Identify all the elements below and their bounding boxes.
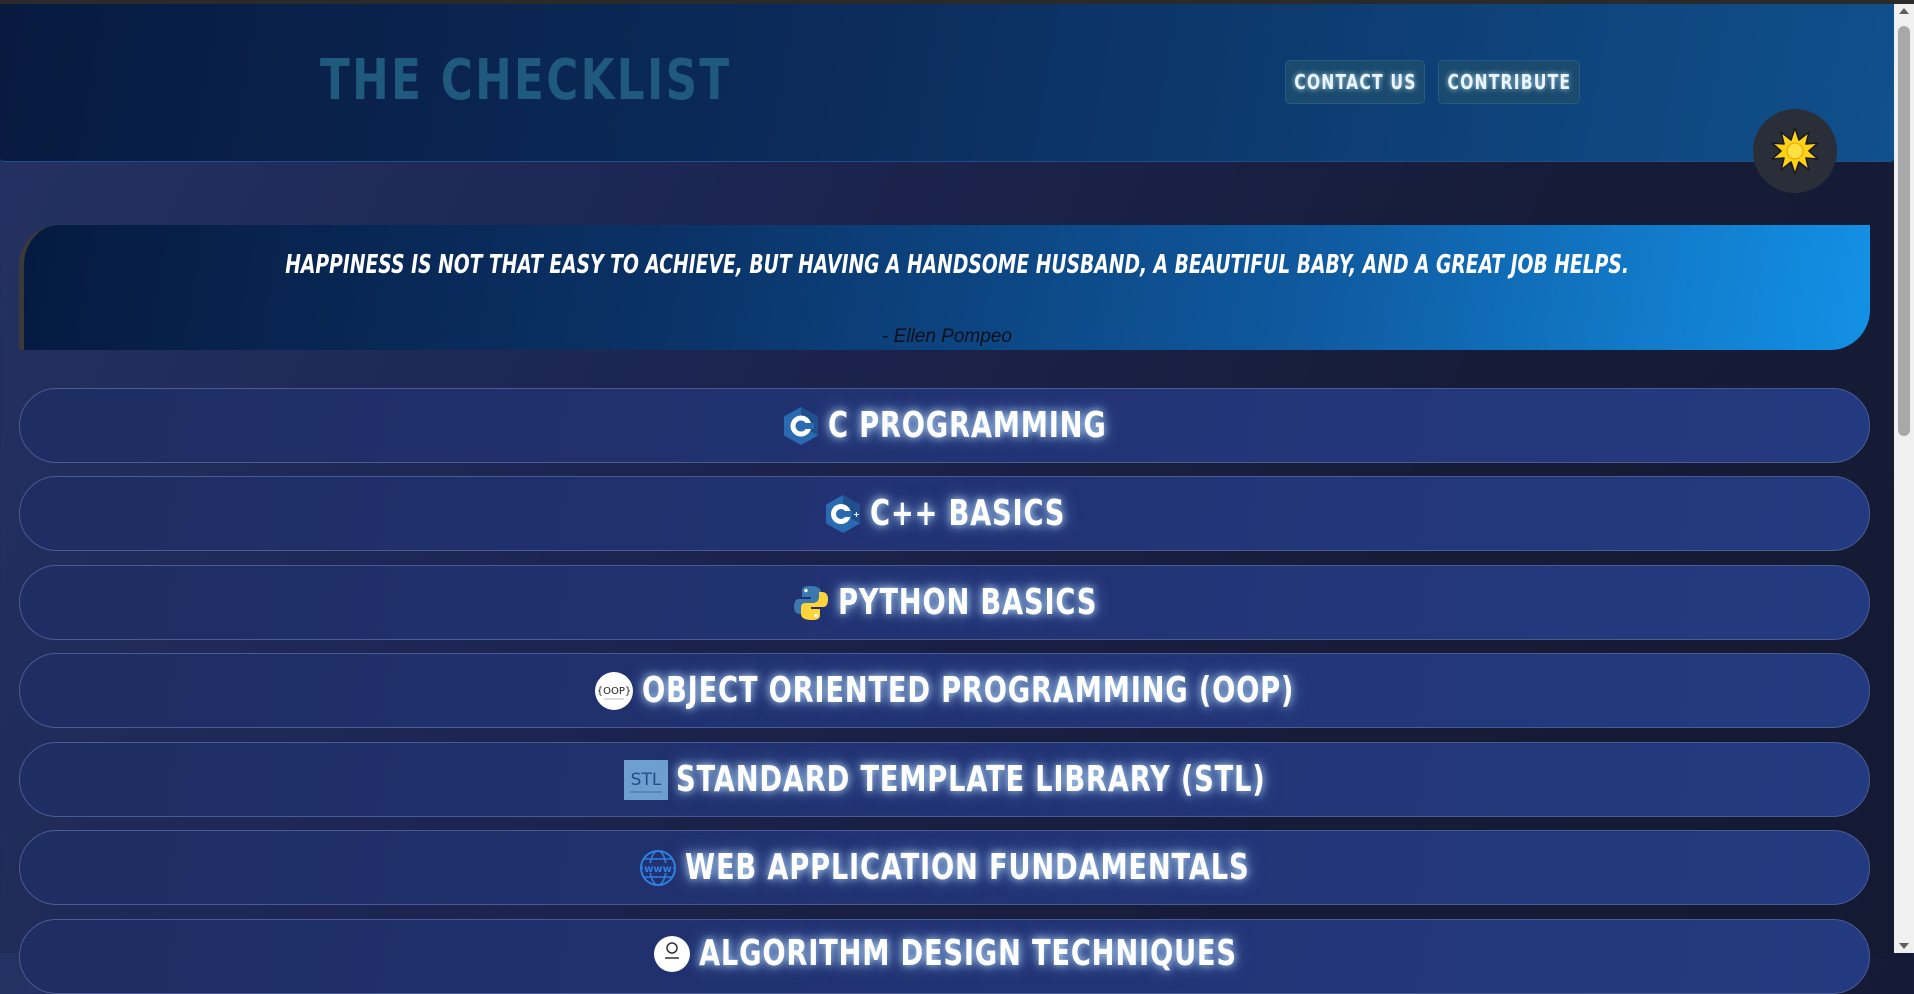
contact-us-label: CONTACT US — [1293, 70, 1417, 94]
svg-text:{OOP}: {OOP} — [597, 686, 632, 697]
svg-text:www: www — [645, 864, 673, 875]
scrollbar-thumb[interactable] — [1898, 26, 1910, 436]
site-header: THE CHECKLIST CONTACT US CONTRIBUTE — [0, 4, 1894, 162]
svg-text:+: + — [853, 510, 860, 519]
topic-label: WEB APPLICATION FUNDAMENTALS — [685, 847, 1250, 888]
contact-us-button[interactable]: CONTACT US — [1285, 60, 1425, 104]
contribute-label: CONTRIBUTE — [1447, 70, 1571, 94]
c-logo-icon — [782, 406, 820, 446]
python-logo-icon — [792, 583, 830, 623]
globe-www-icon: www — [639, 848, 677, 888]
topic-cpp-basics[interactable]: + C++ BASICS — [19, 476, 1870, 551]
topic-label: PYTHON BASICS — [837, 582, 1098, 623]
cpp-logo-icon: + — [824, 494, 862, 534]
topic-oop[interactable]: {OOP} OBJECT ORIENTED PROGRAMMING (OOP) — [19, 653, 1870, 728]
scroll-up-arrow-icon[interactable] — [1899, 8, 1909, 14]
topic-label: C PROGRAMMING — [828, 405, 1108, 446]
algorithm-icon — [653, 934, 691, 974]
contribute-button[interactable]: CONTRIBUTE — [1438, 60, 1580, 104]
sun-icon — [1771, 127, 1819, 175]
topic-algorithm-design[interactable]: ALGORITHM DESIGN TECHNIQUES — [19, 919, 1870, 994]
topic-web-app-fundamentals[interactable]: www WEB APPLICATION FUNDAMENTALS — [19, 830, 1870, 905]
topic-stl[interactable]: STL STANDARD TEMPLATE LIBRARY (STL) — [19, 742, 1870, 817]
topic-label: STANDARD TEMPLATE LIBRARY (STL) — [675, 759, 1266, 800]
scroll-down-arrow-icon[interactable] — [1899, 943, 1909, 949]
site-title[interactable]: THE CHECKLIST — [320, 48, 732, 113]
topic-c-programming[interactable]: C PROGRAMMING — [19, 388, 1870, 463]
quote-banner: HAPPINESS IS NOT THAT EASY TO ACHIEVE, B… — [19, 225, 1870, 350]
oop-logo-icon: {OOP} — [594, 671, 634, 711]
vertical-scrollbar[interactable] — [1894, 4, 1914, 953]
theme-toggle-button[interactable] — [1753, 109, 1837, 193]
svg-text:STL: STL — [631, 770, 662, 790]
topic-label: OBJECT ORIENTED PROGRAMMING (OOP) — [642, 670, 1295, 711]
topic-label: ALGORITHM DESIGN TECHNIQUES — [698, 933, 1237, 974]
quote-author: - Ellen Pompeo — [882, 326, 1012, 347]
stl-logo-icon: STL — [623, 759, 668, 800]
quote-text: HAPPINESS IS NOT THAT EASY TO ACHIEVE, B… — [285, 250, 1629, 280]
topic-label: C++ BASICS — [869, 493, 1066, 534]
topic-python-basics[interactable]: PYTHON BASICS — [19, 565, 1870, 640]
